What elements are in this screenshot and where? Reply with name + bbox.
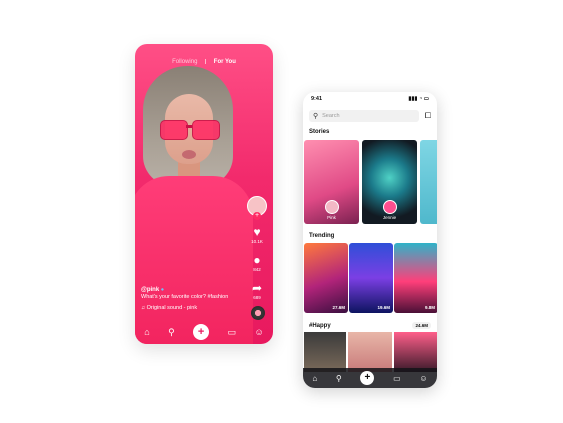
comment-button[interactable]: ● 842	[247, 254, 267, 272]
story-card[interactable]: Jennie	[362, 140, 417, 224]
status-time: 9:41	[311, 96, 323, 102]
search-icon[interactable]: ⚲	[336, 374, 342, 383]
create-button[interactable]: +	[193, 324, 210, 340]
hashtag-count: 24.6M	[412, 322, 431, 329]
search-input[interactable]: ⚲ Search	[309, 110, 419, 122]
lips	[182, 150, 196, 159]
view-count: 9.8M	[424, 305, 435, 310]
username[interactable]: @pink	[141, 287, 159, 293]
video-feed-screen: Following For You + ♥ 10.1K ● 842 ➦ 689 …	[135, 44, 273, 344]
discover-screen: 9:41 ▮▮▮ ◔ ▭ ⚲ Search ⧠ Stories Pink Jen…	[303, 92, 437, 388]
scan-icon[interactable]: ⧠	[423, 111, 433, 121]
home-icon[interactable]: ⌂	[144, 327, 149, 337]
trending-card[interactable]: 19.6M	[349, 243, 393, 313]
share-icon: ➦	[251, 281, 263, 295]
home-icon[interactable]: ⌂	[312, 374, 317, 383]
thumbnail[interactable]	[348, 332, 392, 372]
follow-plus-icon[interactable]: +	[253, 212, 261, 220]
avatar	[383, 200, 397, 214]
status-icons: ▮▮▮ ◔ ▭	[408, 96, 429, 102]
tab-for-you[interactable]: For You	[214, 59, 236, 65]
sound-disc[interactable]	[251, 306, 265, 320]
view-count: 19.6M	[377, 305, 390, 310]
share-button[interactable]: ➦ 689	[247, 282, 267, 300]
heart-icon: ♥	[253, 225, 261, 239]
thumbnail[interactable]	[304, 332, 346, 372]
video-caption: @pink ● What's your favorite color? #fas…	[141, 287, 228, 312]
like-count: 10.1K	[251, 239, 263, 244]
sound-label[interactable]: ♫ Original sound - pink	[141, 305, 228, 312]
story-name: Jennie	[382, 215, 397, 220]
sunglasses	[160, 120, 220, 140]
caption-text: What's your favorite color? #fashion	[141, 294, 229, 300]
thumbnail[interactable]	[394, 332, 437, 372]
search-icon[interactable]: ⚲	[168, 327, 175, 338]
profile-icon[interactable]: ☺	[419, 374, 427, 383]
bottom-nav: ⌂ ⚲ + ▭ ☺	[303, 368, 437, 388]
stories-title: Stories	[309, 129, 330, 135]
inbox-icon[interactable]: ▭	[228, 327, 237, 338]
comment-count: 842	[253, 267, 261, 272]
tab-following[interactable]: Following	[172, 59, 197, 65]
profile-icon[interactable]: ☺	[255, 327, 264, 337]
story-card[interactable]	[420, 140, 437, 224]
trending-row: 27.6M 19.6M 9.8M	[303, 243, 437, 315]
search-placeholder: Search	[322, 113, 340, 119]
hashtag-title: #Happy	[309, 322, 331, 329]
comment-icon: ●	[253, 253, 261, 267]
music-note-icon: ♫	[141, 305, 146, 311]
action-rail: + ♥ 10.1K ● 842 ➦ 689	[247, 196, 267, 300]
bottom-nav: ⌂ ⚲ + ▭ ☺	[135, 320, 273, 344]
story-card[interactable]: Pink	[304, 140, 359, 224]
avatar	[325, 200, 339, 214]
sound-name: Original sound - pink	[146, 305, 198, 311]
trending-card[interactable]: 27.6M	[304, 243, 348, 313]
like-button[interactable]: ♥ 10.1K	[247, 226, 267, 244]
hashtag-row[interactable]: #Happy 24.6M	[309, 322, 431, 329]
feed-tabs: Following For You	[135, 59, 273, 65]
status-bar: 9:41 ▮▮▮ ◔ ▭	[311, 96, 429, 102]
create-button[interactable]: +	[360, 371, 375, 385]
story-name: Pink	[327, 215, 336, 220]
view-count: 27.6M	[332, 305, 345, 310]
trending-card[interactable]: 9.8M	[394, 243, 437, 313]
verified-icon: ●	[160, 287, 165, 293]
share-count: 689	[253, 295, 261, 300]
search-icon: ⚲	[313, 113, 319, 120]
hashtag-thumbnails	[303, 332, 437, 372]
trending-title: Trending	[309, 233, 335, 239]
stories-row: Pink Jennie	[303, 140, 437, 226]
inbox-icon[interactable]: ▭	[393, 374, 401, 383]
creator-avatar[interactable]: +	[247, 196, 267, 220]
shirt	[135, 176, 253, 344]
